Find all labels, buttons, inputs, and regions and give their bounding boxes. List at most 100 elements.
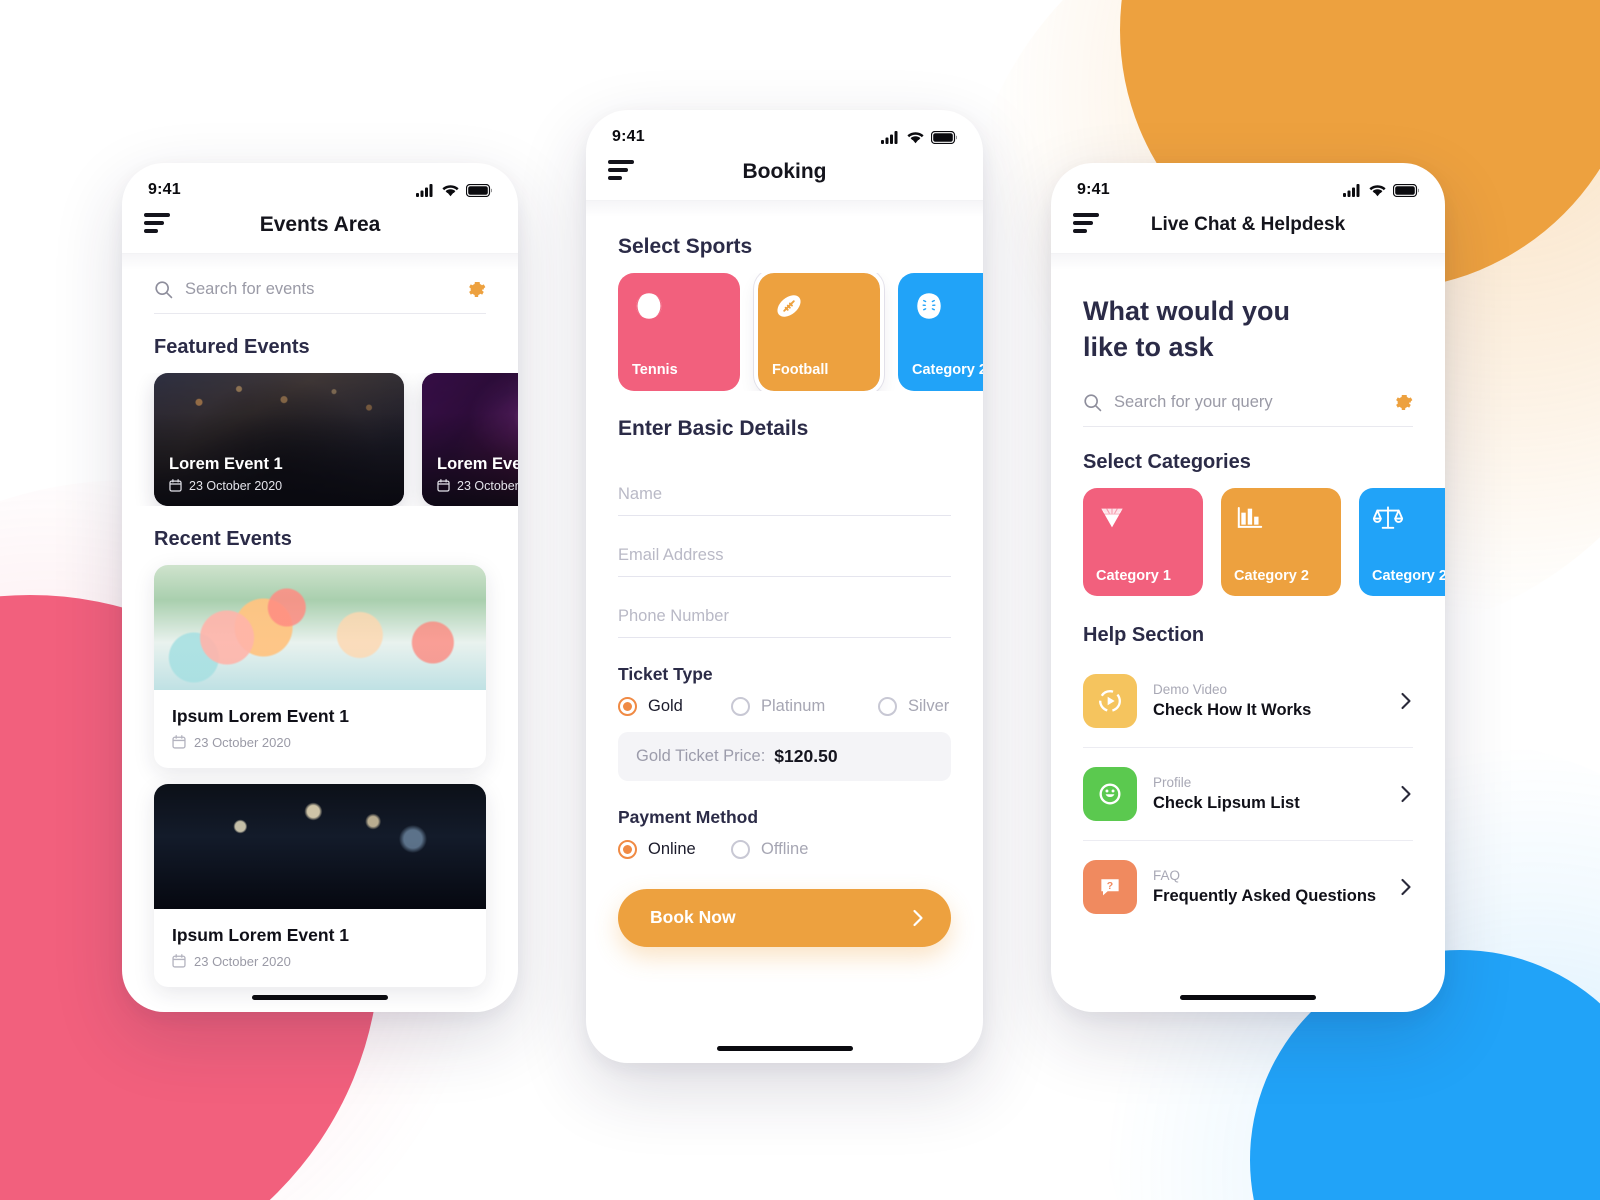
sports-selector[interactable]: Tennis Football Category 2 [586, 272, 983, 391]
hamburger-menu-icon[interactable] [144, 213, 170, 237]
featured-event-card[interactable]: Lorem Event 2 23 October 2020 [422, 372, 518, 506]
american-football-icon [777, 295, 801, 317]
page-title: Booking [742, 159, 827, 183]
help-item-title: Check How It Works [1153, 701, 1312, 720]
featured-events-title: Featured Events [154, 335, 310, 358]
sport-card-category-2[interactable]: Category 2 [898, 272, 983, 391]
status-time: 9:41 [148, 181, 181, 198]
payment-method-title: Payment Method [618, 806, 759, 827]
price-label: Gold Ticket Price: [636, 746, 766, 765]
event-image [154, 783, 486, 909]
category-card-2[interactable]: Category 2 [1221, 488, 1341, 597]
help-item-subtitle: FAQ [1153, 868, 1181, 884]
sport-card-football[interactable]: Football [754, 272, 884, 391]
event-title: Ipsum Lorem Event 1 [172, 924, 349, 945]
phone-input[interactable]: Phone Number [618, 607, 951, 637]
event-date: 23 October 2020 [194, 734, 291, 750]
radio-label: Silver [908, 696, 950, 715]
radio-label: Gold [648, 696, 683, 715]
status-time: 9:41 [612, 128, 645, 145]
nav-bar: Live Chat & Helpdesk [1051, 207, 1445, 254]
booking-screen-body: Select Sports Tennis Football Category 2… [586, 200, 983, 1063]
book-now-button[interactable]: Book Now [618, 888, 951, 947]
phone-field[interactable]: Phone Number [618, 577, 951, 638]
radio-dot-icon [878, 696, 897, 716]
search-input[interactable]: Search for events [185, 280, 455, 299]
search-icon [155, 281, 173, 299]
event-title: Lorem Event 1 [169, 454, 283, 473]
radio-offline[interactable]: Offline [731, 839, 808, 859]
help-item-faq[interactable]: ? FAQ Frequently Asked Questions [1083, 841, 1413, 933]
play-circle-icon [1083, 674, 1137, 729]
nav-bar: Booking [586, 154, 983, 201]
chevron-right-icon[interactable] [1400, 877, 1413, 897]
scroll-shadow [122, 253, 518, 270]
featured-event-card[interactable]: Lorem Event 1 23 October 2020 [154, 372, 404, 506]
cellular-signal-icon [881, 130, 898, 144]
event-date-row: 23 October 2020 [172, 735, 468, 750]
help-item-subtitle: Profile [1153, 775, 1192, 791]
question-chat-icon: ? [1083, 860, 1137, 915]
chevron-right-icon[interactable] [1400, 784, 1413, 804]
search-icon [1084, 394, 1102, 412]
ticket-type-radio-group[interactable]: Gold Platinum Silver [618, 696, 951, 716]
battery-icon [466, 183, 492, 197]
email-field[interactable]: Email Address [618, 516, 951, 577]
help-item-title: Check Lipsum List [1153, 794, 1300, 813]
radio-dot-icon [618, 696, 637, 716]
wifi-icon [907, 131, 924, 143]
help-item-profile[interactable]: Profile Check Lipsum List [1083, 748, 1413, 842]
radio-dot-icon [731, 839, 750, 859]
hamburger-menu-icon[interactable] [608, 160, 634, 184]
event-date: 23 October 2020 [457, 478, 518, 493]
bar-chart-icon [1237, 507, 1263, 529]
home-indicator [716, 1045, 853, 1051]
svg-text:?: ? [1107, 880, 1113, 892]
chevron-right-icon[interactable] [1400, 691, 1413, 711]
cellular-signal-icon [416, 183, 433, 197]
hamburger-menu-icon[interactable] [1073, 213, 1099, 237]
radio-silver[interactable]: Silver [878, 696, 950, 716]
price-value: $120.50 [774, 745, 838, 766]
search-bar[interactable]: Search for events [154, 270, 486, 314]
baseball-icon [915, 293, 943, 319]
name-field[interactable]: Name [618, 455, 951, 516]
calendar-icon [437, 479, 450, 493]
ask-heading: What would you like to ask [1083, 294, 1413, 365]
radio-label: Online [648, 839, 696, 858]
book-now-label: Book Now [650, 907, 736, 928]
phone-screen-live-chat-helpdesk: 9:41 Live Chat & Helpdesk What would you… [1051, 163, 1445, 1012]
calendar-icon [172, 954, 186, 969]
radio-gold[interactable]: Gold [618, 696, 731, 716]
radio-online[interactable]: Online [618, 839, 731, 859]
sport-label: Football [772, 361, 829, 378]
home-indicator [1180, 994, 1316, 1000]
email-input[interactable]: Email Address [618, 546, 951, 576]
help-screen-body: What would you like to ask Search for yo… [1051, 253, 1445, 1012]
sport-card-tennis[interactable]: Tennis [618, 272, 740, 391]
status-bar: 9:41 [1051, 163, 1445, 207]
featured-events-carousel[interactable]: Lorem Event 1 23 October 2020 Lorem Eve … [122, 372, 518, 506]
category-label: Category 2 [1372, 568, 1445, 585]
recent-event-card[interactable]: Ipsum Lorem Event 1 23 October 2020 [154, 783, 486, 987]
categories-selector[interactable]: Category 1 Category 2 Category 2 [1051, 488, 1445, 597]
help-item-title: Frequently Asked Questions [1153, 887, 1377, 906]
help-section-title: Help Section [1083, 624, 1205, 647]
event-image [154, 564, 486, 690]
help-item-demo-video[interactable]: Demo Video Check How It Works [1083, 655, 1413, 749]
help-item-subtitle: Demo Video [1153, 682, 1228, 698]
gear-icon[interactable] [1394, 393, 1413, 412]
recent-event-card[interactable]: Ipsum Lorem Event 1 23 October 2020 [154, 564, 486, 768]
radio-platinum[interactable]: Platinum [731, 696, 878, 716]
phone-screen-events-area: 9:41 Events Area Search for events Featu… [122, 163, 518, 1012]
help-list: Demo Video Check How It Works Profile Ch… [1083, 655, 1413, 933]
gear-icon[interactable] [467, 280, 486, 299]
search-input[interactable]: Search for your query [1114, 393, 1382, 412]
name-input[interactable]: Name [618, 485, 951, 515]
scroll-shadow [1051, 253, 1445, 270]
cellular-signal-icon [1343, 183, 1360, 197]
payment-method-radio-group[interactable]: Online Offline [618, 839, 951, 859]
category-card-3[interactable]: Category 2 [1359, 488, 1445, 597]
search-bar[interactable]: Search for your query [1083, 383, 1413, 428]
category-card-1[interactable]: Category 1 [1083, 488, 1203, 597]
